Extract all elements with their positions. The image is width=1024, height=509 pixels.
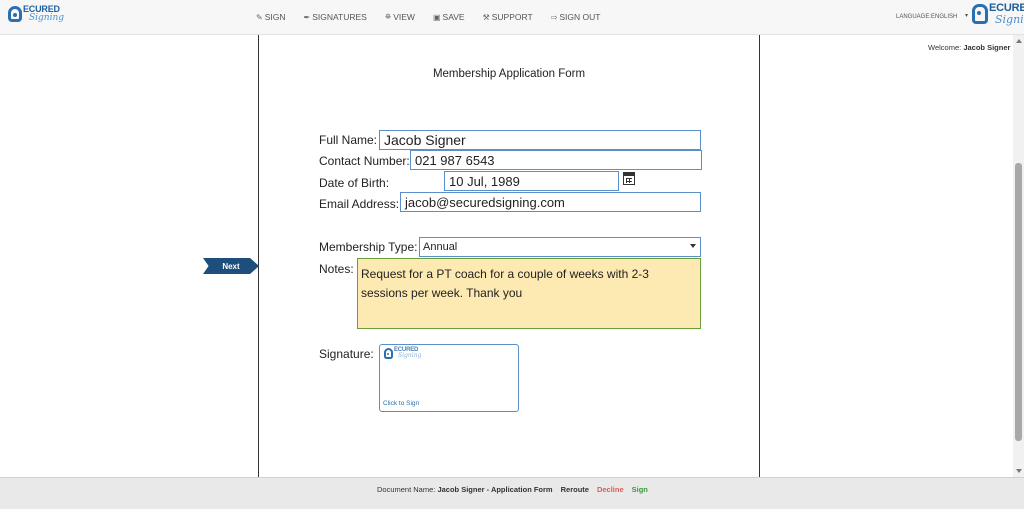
full-name-field[interactable]: Jacob Signer <box>379 130 701 150</box>
chevron-down-icon[interactable]: ▾ <box>965 12 968 19</box>
nav-sign[interactable]: ✎ Sign <box>256 12 285 22</box>
nav-sign-label: Sign <box>264 12 286 22</box>
calendar-icon[interactable] <box>623 172 635 185</box>
click-to-sign-text: Click to Sign <box>383 400 420 407</box>
language-selector[interactable]: LANGUAGE:ENGLISH <box>896 14 957 20</box>
nav-signatures-label: Signatures <box>312 12 367 22</box>
date-of-birth-field[interactable]: 10 Jul, 1989 <box>444 171 619 191</box>
main-nav: ✎ Sign ✒ Signatures ⛯ View ▣ Save ⚒ Supp… <box>256 12 618 22</box>
notes-label: Notes: <box>319 262 354 276</box>
welcome-prefix: Welcome: <box>928 43 962 52</box>
welcome-name: Jacob Signer <box>963 43 1011 52</box>
signature-label: Signature: <box>319 347 374 361</box>
nav-sign-out-label: Sign Out <box>559 12 601 22</box>
padlock-icon <box>8 6 22 22</box>
logo-script: Signing <box>398 352 422 359</box>
logo-script: Signing <box>29 13 65 23</box>
notes-textarea[interactable]: Request for a PT coach for a couple of w… <box>357 258 701 329</box>
chevron-down-icon <box>690 244 696 248</box>
nav-sign-out[interactable]: ⇨ Sign Out <box>551 12 601 22</box>
bottom-bar: Document Name: Jacob Signer - Applicatio… <box>0 477 1024 509</box>
decline-button[interactable]: Decline <box>597 485 624 494</box>
membership-type-label: Membership Type: <box>319 240 418 254</box>
nav-signatures[interactable]: ✒ Signatures <box>303 12 366 22</box>
signature-box-logo: ECURED Signing <box>384 347 421 359</box>
secured-signing-logo[interactable]: ECURED Signing <box>8 5 64 23</box>
binoculars-icon: ⛯ <box>384 12 392 21</box>
nav-support-label: Support <box>491 12 533 22</box>
next-button[interactable]: Next <box>203 258 259 274</box>
contact-number-label: Contact Number: <box>319 154 410 168</box>
sign-button[interactable]: Sign <box>632 485 648 494</box>
date-of-birth-label: Date of Birth: <box>319 176 390 190</box>
secured-signing-logo-right: ECURED Signing <box>972 3 1024 25</box>
full-name-label: Full Name: <box>319 133 378 147</box>
logo-script: Signing <box>995 13 1024 26</box>
signature-box[interactable]: ECURED Signing Click to Sign <box>379 344 519 412</box>
document-name-value: Jacob Signer - Application Form <box>437 485 553 494</box>
wrench-icon: ⚒ <box>482 12 490 22</box>
pencil-square-icon: ✎ <box>256 12 263 22</box>
contact-number-field[interactable]: 021 987 6543 <box>410 150 702 170</box>
membership-type-value: Annual <box>423 241 458 253</box>
scroll-thumb[interactable] <box>1015 163 1022 441</box>
form-title: Membership Application Form <box>432 68 586 80</box>
top-bar: ECURED Signing ✎ Sign ✒ Signatures ⛯ Vie… <box>0 0 1024 35</box>
email-address-label: Email Address: <box>319 197 400 211</box>
document-left-border <box>258 35 259 477</box>
nav-save[interactable]: ▣ Save <box>433 12 465 22</box>
sign-out-icon: ⇨ <box>550 12 558 22</box>
membership-type-select[interactable]: Annual <box>419 237 701 257</box>
save-icon: ▣ <box>432 12 441 22</box>
document-right-border <box>759 35 760 477</box>
reroute-button[interactable]: Reroute <box>561 485 589 494</box>
nav-support[interactable]: ⚒ Support <box>483 12 533 22</box>
nav-save-label: Save <box>442 12 465 22</box>
vertical-scrollbar[interactable] <box>1013 35 1024 477</box>
document-name: Document Name: Jacob Signer - Applicatio… <box>377 485 553 494</box>
email-address-field[interactable]: jacob@securedsigning.com <box>400 192 701 212</box>
welcome-text: Welcome: Jacob Signer <box>928 43 1010 52</box>
scroll-down-arrow-icon[interactable] <box>1016 469 1022 473</box>
padlock-icon <box>972 4 988 24</box>
document-name-label: Document Name: <box>377 485 436 494</box>
nav-view[interactable]: ⛯ View <box>385 12 415 22</box>
pen-icon: ✒ <box>303 12 311 22</box>
padlock-icon <box>384 347 393 359</box>
nav-view-label: View <box>393 12 415 22</box>
scroll-up-arrow-icon[interactable] <box>1016 39 1022 43</box>
